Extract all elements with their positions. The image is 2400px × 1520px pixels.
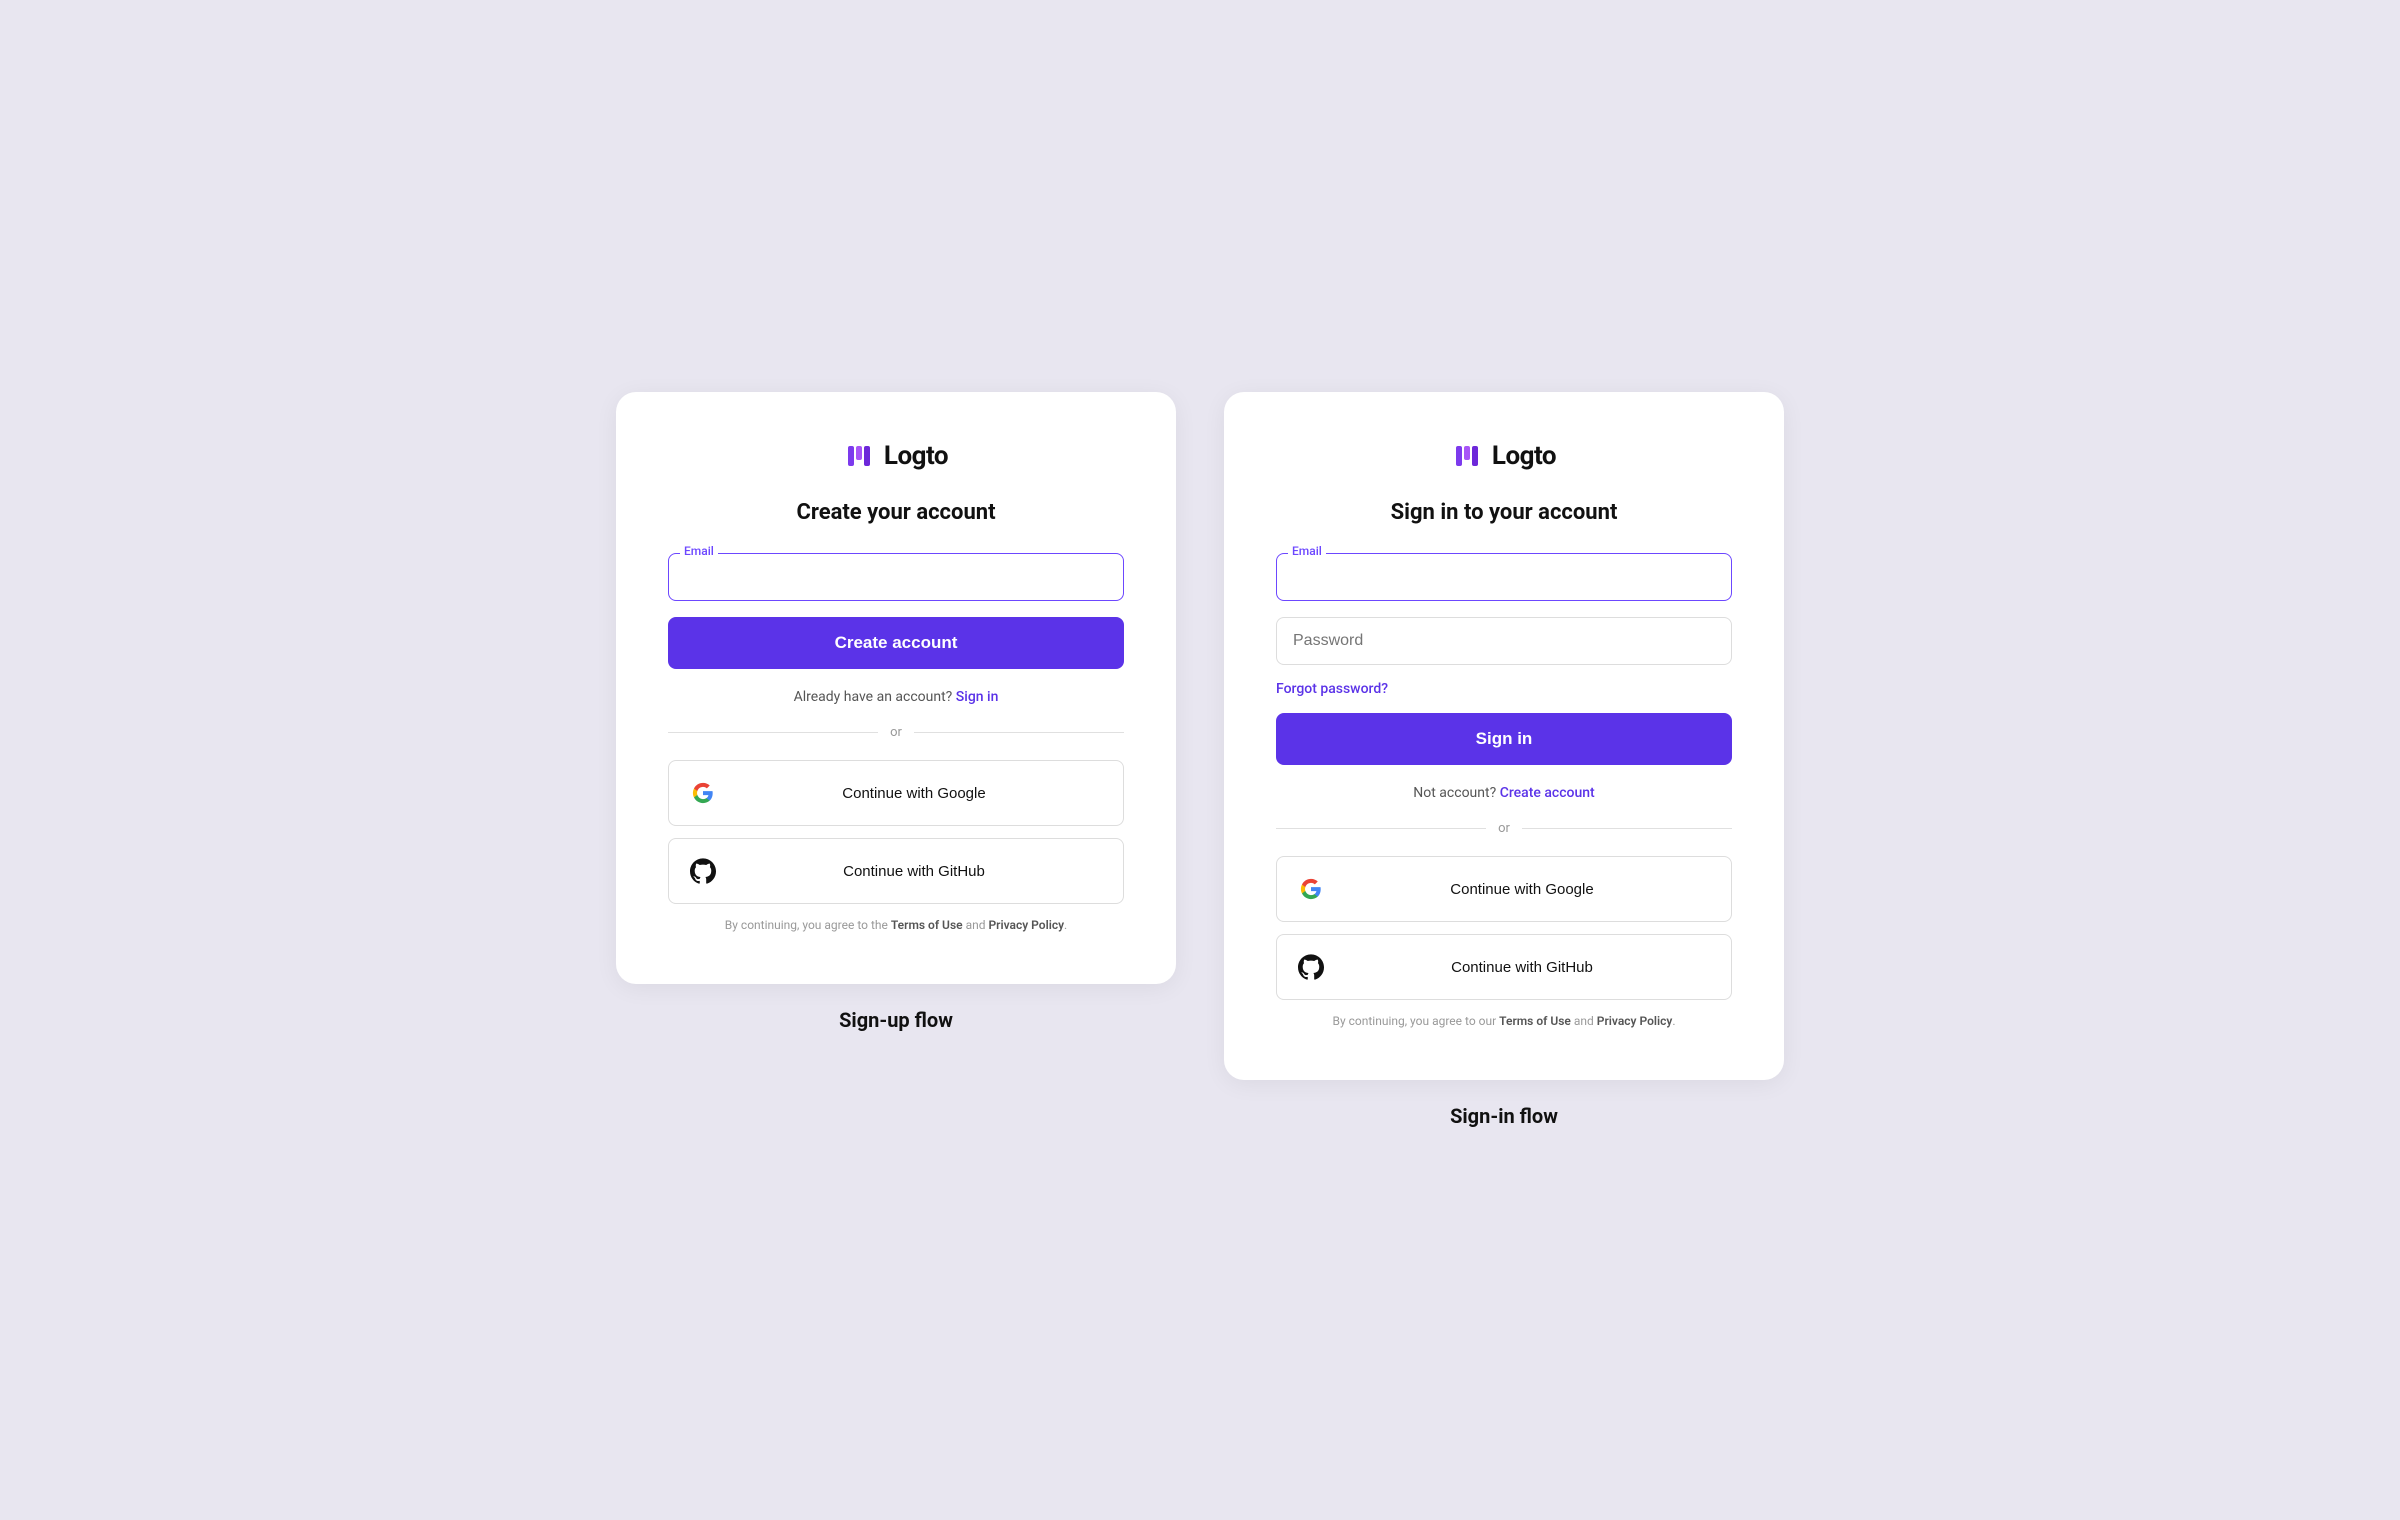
signin-title: Sign in to your account <box>1276 500 1732 525</box>
signin-divider-text: or <box>1498 821 1510 836</box>
signin-flow-wrapper: Logto Sign in to your account Email Forg… <box>1224 392 1784 1127</box>
signin-divider-line-left <box>1276 828 1486 829</box>
signin-terms-link[interactable]: Terms of Use <box>1499 1014 1571 1028</box>
signin-card: Logto Sign in to your account Email Forg… <box>1224 392 1784 1079</box>
signin-github-label: Continue with GitHub <box>1329 959 1715 976</box>
signin-divider: or <box>1276 821 1732 836</box>
signup-flow-label: Sign-up flow <box>839 1008 953 1032</box>
signup-terms-link[interactable]: Terms of Use <box>891 918 963 932</box>
github-icon <box>685 853 721 889</box>
signup-have-account-text: Already have an account? <box>794 689 953 705</box>
signup-divider-line-right <box>914 732 1124 733</box>
signup-create-button[interactable]: Create account <box>668 617 1124 669</box>
signup-terms: By continuing, you agree to the Terms of… <box>668 916 1124 935</box>
signin-logto-logo-icon <box>1452 440 1484 472</box>
signup-google-button[interactable]: Continue with Google <box>668 760 1124 826</box>
signup-divider-line-left <box>668 732 878 733</box>
signup-flow-wrapper: Logto Create your account Email Create a… <box>616 392 1176 1031</box>
flows-container: Logto Create your account Email Create a… <box>500 392 1900 1127</box>
signin-terms: By continuing, you agree to our Terms of… <box>1276 1012 1732 1031</box>
signup-privacy-link[interactable]: Privacy Policy <box>988 918 1064 932</box>
signin-email-input[interactable] <box>1276 553 1732 601</box>
signup-divider-text: or <box>890 725 902 740</box>
signin-google-icon <box>1293 871 1329 907</box>
signin-flow-label: Sign-in flow <box>1450 1104 1558 1128</box>
signup-signin-link[interactable]: Sign in <box>956 689 999 705</box>
forgot-password-link[interactable]: Forgot password? <box>1276 681 1732 697</box>
signup-email-label: Email <box>680 544 718 558</box>
signup-have-account: Already have an account? Sign in <box>668 689 1124 705</box>
signin-github-button[interactable]: Continue with GitHub <box>1276 934 1732 1000</box>
signup-logo: Logto <box>668 440 1124 472</box>
signin-divider-line-right <box>1522 828 1732 829</box>
google-icon <box>685 775 721 811</box>
signup-email-input[interactable] <box>668 553 1124 601</box>
signin-create-link[interactable]: Create account <box>1500 785 1595 801</box>
signin-email-group: Email <box>1276 553 1732 601</box>
signup-github-button[interactable]: Continue with GitHub <box>668 838 1124 904</box>
signup-google-label: Continue with Google <box>721 785 1107 802</box>
signup-github-label: Continue with GitHub <box>721 863 1107 880</box>
signup-email-group: Email <box>668 553 1124 601</box>
signin-no-account: Not account? Create account <box>1276 785 1732 801</box>
signin-no-account-text: Not account? <box>1413 785 1496 801</box>
signin-google-button[interactable]: Continue with Google <box>1276 856 1732 922</box>
signin-button[interactable]: Sign in <box>1276 713 1732 765</box>
signin-password-input[interactable] <box>1276 617 1732 665</box>
signin-email-label: Email <box>1288 544 1326 558</box>
signup-divider: or <box>668 725 1124 740</box>
signin-logo: Logto <box>1276 440 1732 472</box>
signin-github-icon <box>1293 949 1329 985</box>
logto-logo-icon <box>844 440 876 472</box>
signin-google-label: Continue with Google <box>1329 881 1715 898</box>
signup-logo-text: Logto <box>884 441 948 471</box>
signin-logo-text: Logto <box>1492 441 1556 471</box>
signin-privacy-link[interactable]: Privacy Policy <box>1597 1014 1673 1028</box>
signin-password-group <box>1276 617 1732 665</box>
signup-title: Create your account <box>668 500 1124 525</box>
signup-card: Logto Create your account Email Create a… <box>616 392 1176 983</box>
